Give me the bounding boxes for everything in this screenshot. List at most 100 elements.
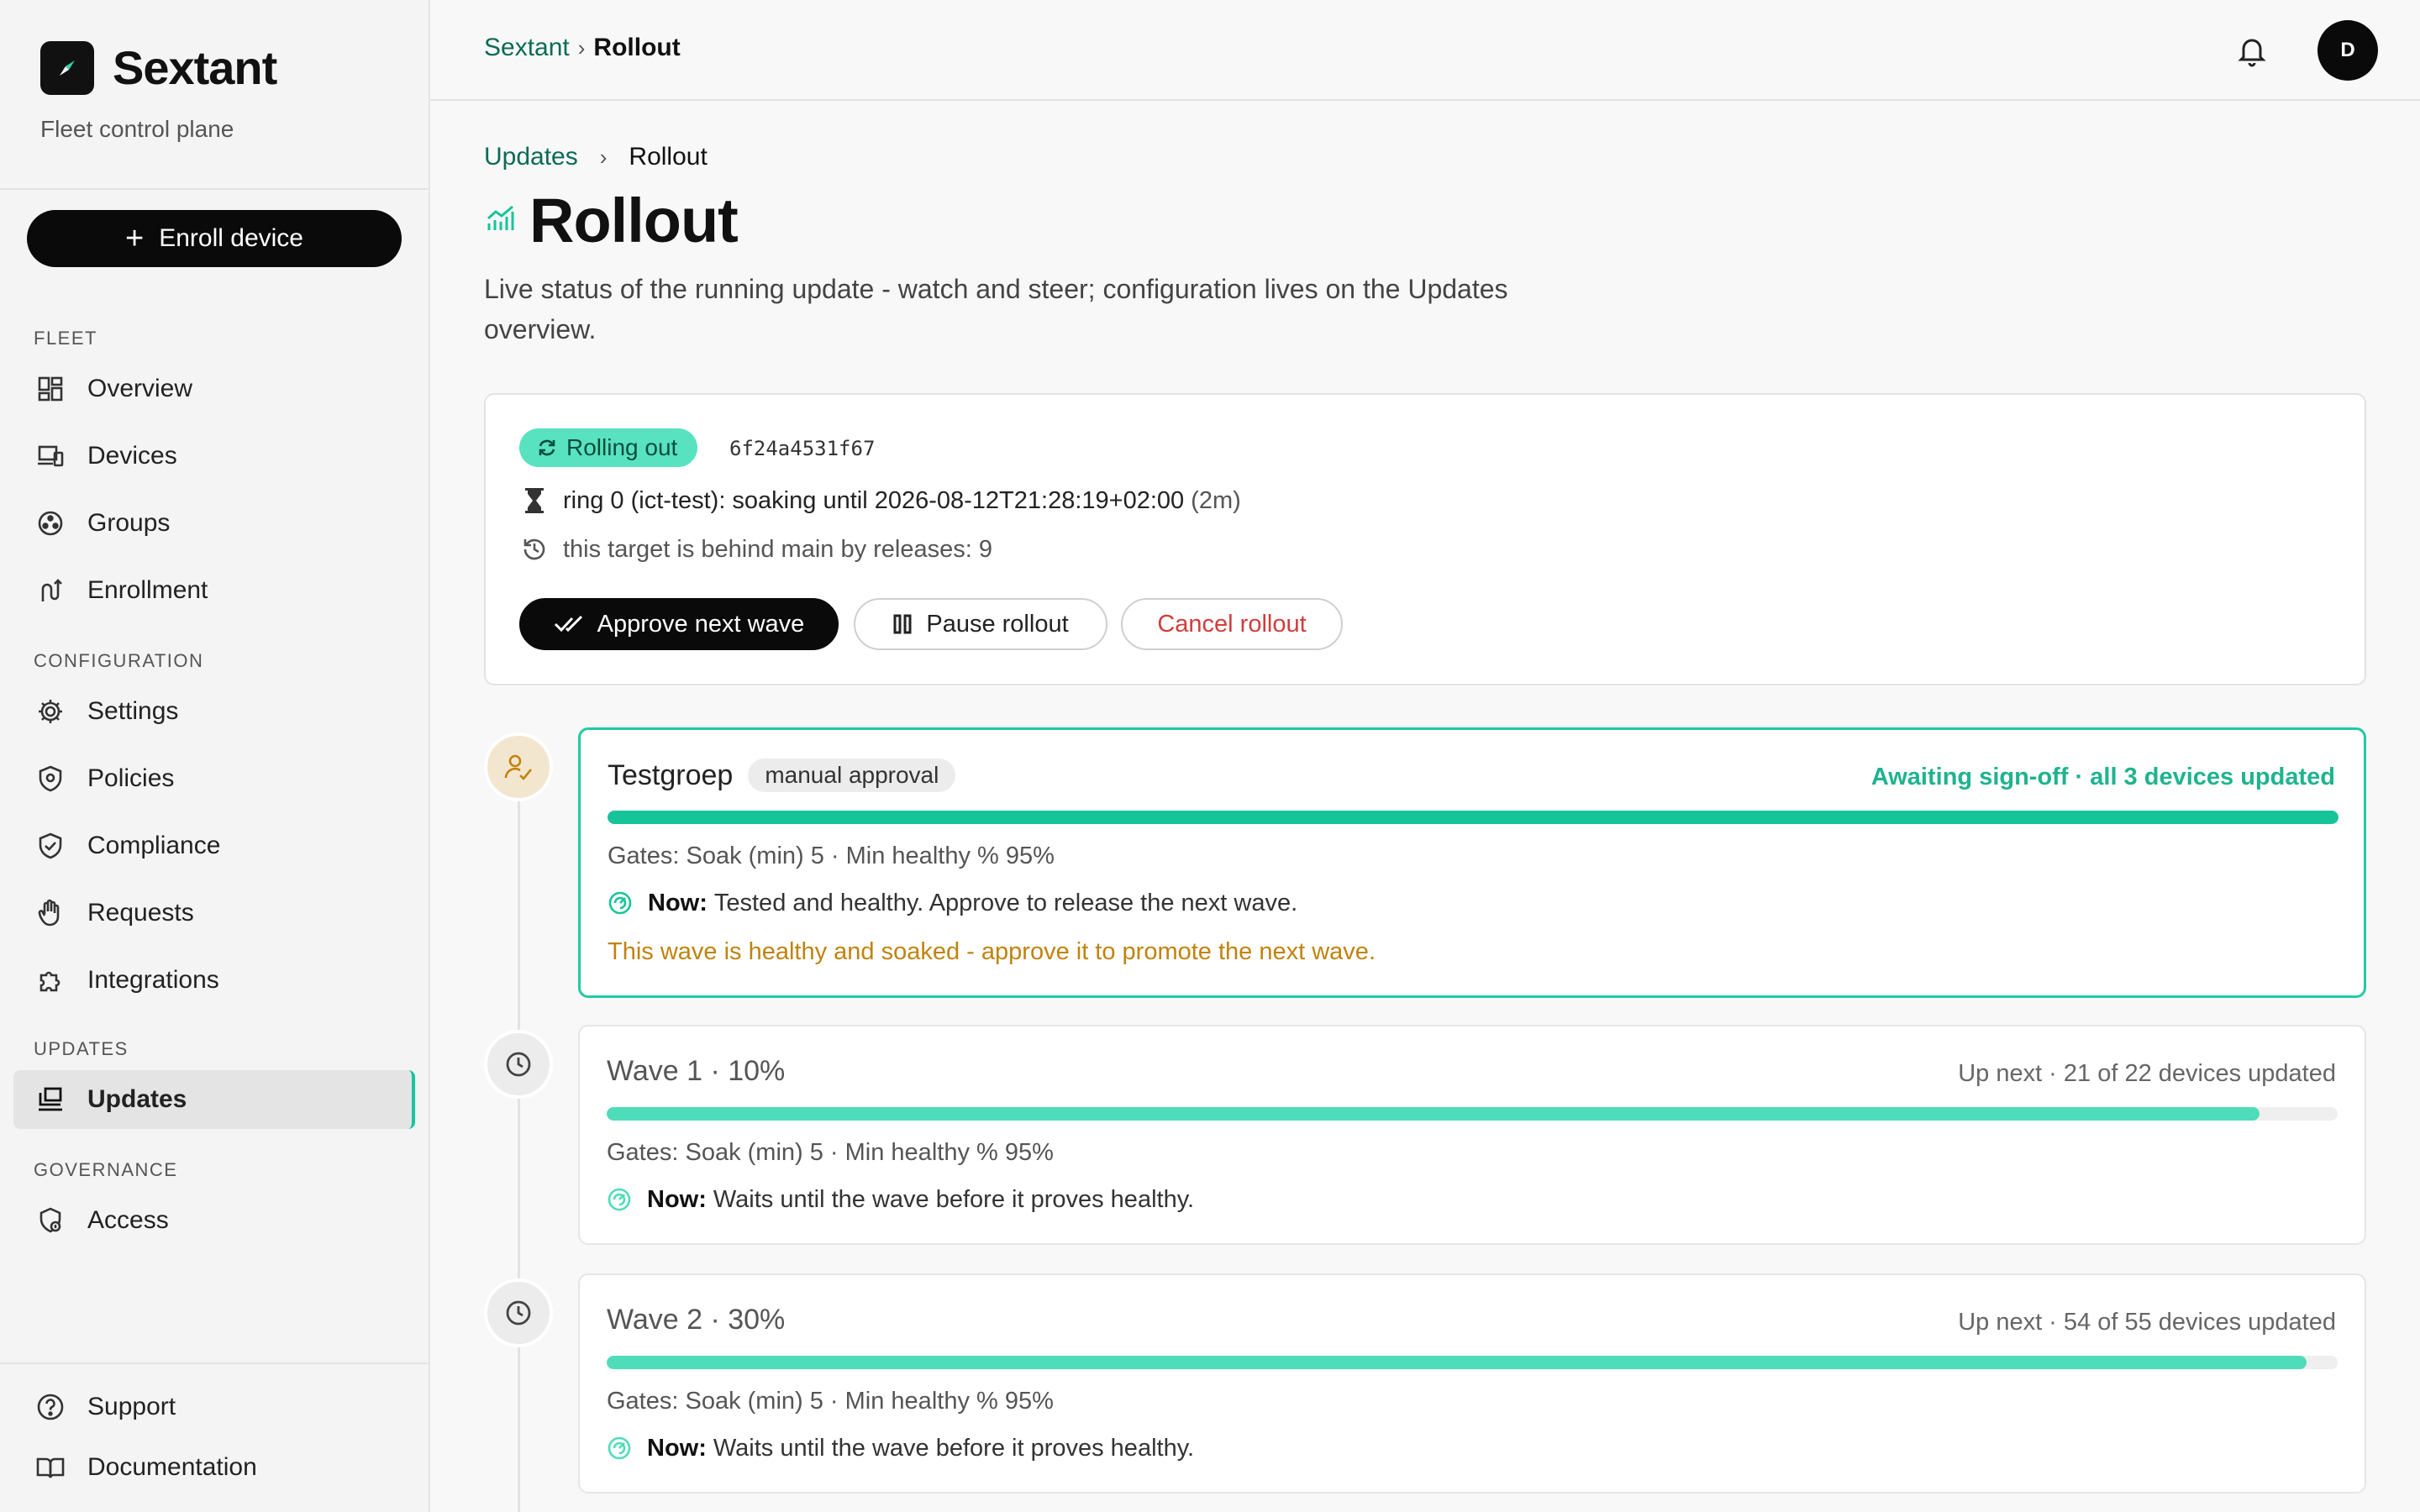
wave-name: Testgroep	[608, 759, 734, 791]
sidebar-item-documentation[interactable]: Documentation	[13, 1438, 415, 1497]
chevron-right-icon: ›	[577, 34, 586, 60]
approve-next-wave-label: Approve next wave	[597, 610, 805, 638]
wave-hint: This wave is healthy and soaked - approv…	[608, 938, 1376, 965]
sidebar-item-devices[interactable]: Devices	[13, 427, 415, 486]
now-label: Now:	[648, 890, 708, 916]
wave-now-line: Now: Tested and healthy. Approve to rele…	[608, 890, 1297, 917]
wave-now-line: Now: Waits until the wave before it prov…	[607, 1186, 1194, 1214]
breadcrumb-current: Rollout	[593, 34, 681, 61]
wave-name: Wave 2 · 30%	[607, 1304, 786, 1336]
breadcrumb-root-link[interactable]: Sextant	[484, 34, 570, 62]
sidebar-item-requests[interactable]: Requests	[13, 884, 415, 942]
pause-icon	[892, 613, 913, 635]
sidebar-item-label: Enrollment	[87, 576, 208, 604]
app: Sextant Fleet control plane + Enroll dev…	[0, 0, 2420, 1512]
sidebar-item-updates[interactable]: Updates	[13, 1070, 415, 1129]
wave-header: Wave 1 · 10%	[607, 1055, 785, 1088]
wave-progress-fill	[607, 1107, 2260, 1121]
wave-gates: Gates: Soak (min) 5 · Min healthy % 95%	[607, 1388, 1054, 1415]
sidebar-item-label: Devices	[87, 442, 177, 470]
sidebar-item-settings[interactable]: Settings	[13, 682, 415, 741]
pause-rollout-button[interactable]: Pause rollout	[854, 598, 1107, 650]
cancel-rollout-button[interactable]: Cancel rollout	[1121, 598, 1343, 650]
sidebar: Sextant Fleet control plane + Enroll dev…	[0, 0, 430, 1512]
hand-icon	[34, 896, 67, 930]
updates-icon	[34, 1083, 67, 1116]
brand[interactable]: Sextant	[40, 40, 277, 95]
chevron-right-icon: ›	[599, 144, 608, 170]
wave-progress-fill	[608, 811, 2338, 824]
page-heading: Rollout	[529, 186, 739, 255]
sidebar-item-compliance[interactable]: Compliance	[13, 816, 415, 875]
now-label: Now:	[647, 1435, 707, 1462]
breadcrumb-current: Rollout	[629, 143, 708, 171]
refresh-icon	[539, 439, 555, 456]
devices-icon	[34, 439, 67, 473]
bell-icon[interactable]	[2233, 32, 2270, 69]
wave-progress-bar	[608, 811, 2338, 824]
approve-next-wave-button[interactable]: Approve next wave	[519, 598, 839, 650]
target-icon	[607, 1436, 634, 1462]
wave-card-testgroep: Testgroep manual approval Awaiting sign-…	[578, 727, 2366, 998]
enroll-device-button[interactable]: + Enroll device	[27, 210, 402, 267]
sidebar-item-groups[interactable]: Groups	[13, 494, 415, 553]
history-icon	[519, 534, 550, 564]
behind-status-line: this target is behind main by releases: …	[519, 534, 992, 564]
sidebar-item-enrollment[interactable]: Enrollment	[13, 561, 415, 620]
hourglass-icon	[519, 486, 550, 516]
wave-gates: Gates: Soak (min) 5 · Min healthy % 95%	[607, 1139, 1054, 1166]
dashboard-icon	[34, 372, 67, 406]
now-label: Now:	[647, 1186, 707, 1213]
sidebar-divider	[0, 188, 429, 190]
soak-status-text: ring 0 (ict-test): soaking until 2026-08…	[563, 486, 1185, 514]
shield-check-icon	[34, 829, 67, 863]
user-avatar[interactable]: D	[2317, 20, 2378, 81]
wave-card-wave-2: Wave 2 · 30% Up next · 54 of 55 devices …	[578, 1273, 2366, 1494]
now-text: Waits until the wave before it proves he…	[713, 1186, 1195, 1213]
sidebar-item-label: Updates	[87, 1085, 187, 1113]
section-governance: GOVERNANCE	[34, 1159, 178, 1180]
breadcrumb-top: Sextant › Rollout	[484, 34, 681, 62]
soak-status-line: ring 0 (ict-test): soaking until 2026-08…	[519, 486, 1241, 516]
wave-progress-bar	[607, 1107, 2338, 1121]
sidebar-item-integrations[interactable]: Integrations	[13, 951, 415, 1010]
now-text: Waits until the wave before it proves he…	[713, 1435, 1195, 1462]
sidebar-item-label: Policies	[87, 764, 175, 792]
sidebar-item-policies[interactable]: Policies	[13, 749, 415, 808]
sidebar-item-overview[interactable]: Overview	[13, 360, 415, 418]
plus-icon: +	[125, 221, 145, 256]
approval-node-icon	[484, 732, 553, 801]
breadcrumb: Updates › Rollout	[484, 143, 708, 171]
sidebar-item-label: Overview	[87, 375, 193, 402]
wave-status: Awaiting sign-off · all 3 devices update…	[1870, 764, 2335, 790]
sidebar-item-label: Requests	[87, 899, 194, 927]
brand-name: Sextant	[113, 41, 277, 94]
sidebar-divider	[0, 1362, 429, 1364]
wave-progress-bar	[607, 1356, 2338, 1369]
clock-icon	[484, 1030, 553, 1099]
wave-card-wave-1: Wave 1 · 10% Up next · 21 of 22 devices …	[578, 1025, 2366, 1245]
wave-progress-fill	[607, 1356, 2307, 1369]
sidebar-item-label: Groups	[87, 509, 171, 537]
wave-header: Wave 2 · 30%	[607, 1304, 785, 1336]
gear-icon	[34, 695, 67, 728]
sidebar-item-support[interactable]: Support	[13, 1378, 415, 1436]
sidebar-item-label: Compliance	[87, 832, 221, 859]
sidebar-item-access[interactable]: Access	[13, 1191, 415, 1250]
help-circle-icon	[34, 1390, 67, 1424]
enrollment-icon	[34, 574, 67, 607]
manual-approval-badge: manual approval	[748, 759, 956, 792]
enroll-device-label: Enroll device	[159, 224, 303, 252]
breadcrumb-updates-link[interactable]: Updates	[484, 143, 578, 171]
section-fleet: FLEET	[34, 328, 97, 349]
soak-remaining: (2m)	[1191, 486, 1241, 514]
compass-logo-icon	[40, 40, 94, 95]
status-badge: Rolling out	[519, 428, 698, 467]
wave-now-line: Now: Waits until the wave before it prov…	[607, 1435, 1194, 1462]
sidebar-item-label: Access	[87, 1206, 169, 1234]
rollout-chart-icon	[484, 202, 518, 239]
behind-status-text: this target is behind main by releases: …	[563, 535, 992, 563]
wave-status: Up next · 54 of 55 devices updated	[1958, 1309, 2336, 1336]
wave-header: Testgroep manual approval	[608, 759, 956, 792]
page-title: Rollout	[484, 185, 739, 256]
